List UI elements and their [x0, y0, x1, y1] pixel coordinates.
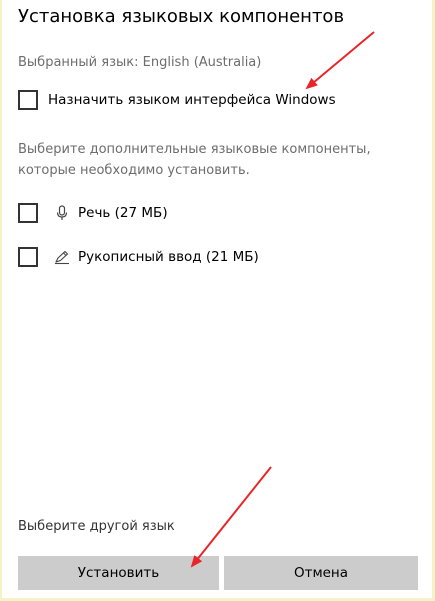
handwriting-feature-option[interactable]: Рукописный ввод (21 МБ): [18, 246, 259, 268]
display-language-option[interactable]: Назначить языком интерфейса Windows: [18, 89, 336, 111]
cancel-button[interactable]: Отмена: [224, 556, 418, 590]
speech-feature-option[interactable]: Речь (27 МБ): [18, 202, 168, 224]
choose-other-language-link[interactable]: Выберите другой язык: [18, 519, 175, 534]
language-features-dialog: Установка языковых компонентов Выбранный…: [2, 0, 432, 598]
display-language-label: Назначить языком интерфейса Windows: [48, 92, 336, 108]
handwriting-pen-icon: [54, 249, 70, 265]
handwriting-checkbox[interactable]: [18, 247, 38, 267]
speech-checkbox[interactable]: [18, 203, 38, 223]
instructions-text: Выберите дополнительные языковые компоне…: [18, 142, 371, 178]
microphone-icon: [54, 205, 70, 221]
install-button[interactable]: Установить: [18, 556, 219, 590]
display-language-checkbox[interactable]: [18, 90, 38, 110]
selected-language-text: Выбранный язык: English (Australia): [18, 55, 262, 70]
handwriting-label: Рукописный ввод (21 МБ): [78, 249, 259, 265]
dialog-title: Установка языковых компонентов: [18, 6, 345, 27]
speech-label: Речь (27 МБ): [78, 205, 168, 221]
